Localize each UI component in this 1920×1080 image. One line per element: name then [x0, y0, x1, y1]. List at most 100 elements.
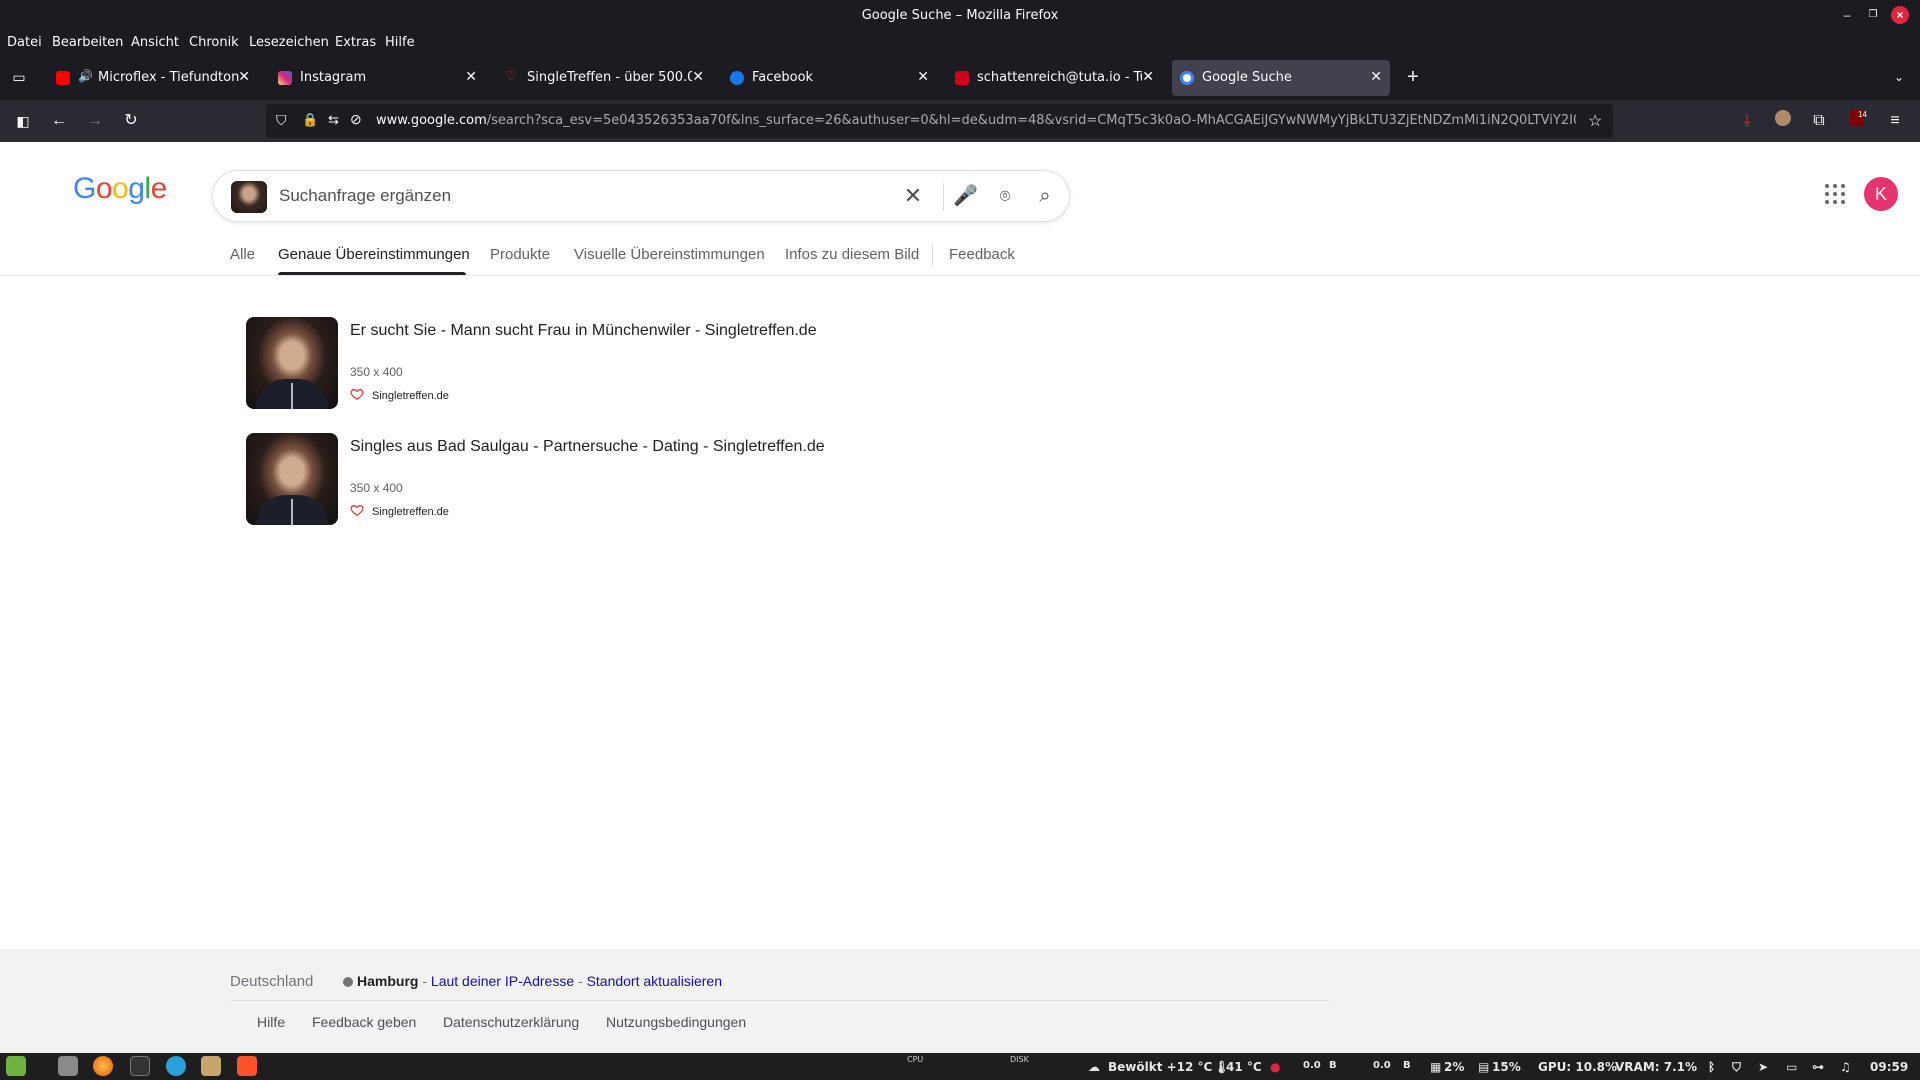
menu-ansicht[interactable]: Ansicht [131, 35, 179, 50]
bluetooth-icon[interactable]: ᛒ [1708, 1060, 1715, 1074]
tab-infos-zu-diesem-bild[interactable]: Infos zu diesem Bild [785, 246, 919, 263]
profile-extension-icon[interactable] [1772, 110, 1794, 132]
cpu-icon: ▦ [1430, 1060, 1442, 1074]
result-title[interactable]: Singles aus Bad Saulgau - Partnersuche -… [350, 438, 825, 456]
account-avatar[interactable]: K [1864, 177, 1898, 211]
google-icon [1180, 71, 1194, 85]
result-item[interactable]: Singles aus Bad Saulgau - Partnersuche -… [246, 433, 1146, 525]
new-tab-icon[interactable]: + [1402, 66, 1424, 88]
search-input[interactable]: Suchanfrage ergänzen [279, 186, 451, 206]
footer-link-hilfe[interactable]: Hilfe [257, 1014, 285, 1030]
google-logo[interactable]: Google [73, 172, 167, 206]
heart-icon [350, 389, 364, 400]
instagram-icon [278, 71, 292, 85]
footer-location: Hamburg - Laut deiner IP-Adresse - Stand… [343, 973, 722, 989]
close-tab-icon[interactable]: ✕ [238, 69, 250, 85]
tab-google-active[interactable]: Google Suche ✕ [1172, 60, 1390, 96]
music-icon[interactable]: ♫ [1840, 1060, 1851, 1074]
search-icon[interactable]: ⌕ [1033, 184, 1057, 208]
speaker-icon[interactable]: 🔊 [78, 69, 93, 83]
tab-list-chevron-icon[interactable]: ⌄ [1888, 66, 1910, 88]
tab-genaue-uebereinstimmungen[interactable]: Genaue Übereinstimmungen [278, 246, 470, 263]
active-tab-underline [278, 272, 466, 275]
display-icon[interactable]: ▭ [1786, 1060, 1797, 1074]
telegram-tray-icon[interactable]: ➤ [1758, 1060, 1768, 1074]
menu-bearbeiten[interactable]: Bearbeiten [52, 35, 123, 50]
reload-icon[interactable]: ↻ [120, 110, 142, 132]
google-apps-icon[interactable] [1823, 182, 1847, 206]
search-box[interactable]: Suchanfrage ergänzen ✕ 🎤 ⌾ ⌕ [212, 170, 1070, 222]
footer-link-feedback[interactable]: Feedback geben [312, 1014, 416, 1030]
close-tab-icon[interactable]: ✕ [692, 69, 704, 85]
clear-search-icon[interactable]: ✕ [901, 184, 925, 208]
result-site[interactable]: Singletreffen.de [372, 506, 449, 518]
result-item[interactable]: Er sucht Sie - Mann sucht Frau in Münche… [246, 317, 1146, 409]
system-taskbar: CPU DISK ☁ Bewölkt +12 °C 🌡 41 °C ● 0.0 … [0, 1053, 1920, 1080]
menu-datei[interactable]: Datei [7, 35, 42, 50]
lock-icon[interactable]: 🔒 [302, 112, 318, 128]
tab-produkte[interactable]: Produkte [490, 246, 550, 263]
clock[interactable]: 09:59 [1870, 1060, 1908, 1074]
shield-icon[interactable]: ⛉ [1732, 1060, 1741, 1075]
weather-text[interactable]: Bewölkt +12 °C [1108, 1060, 1212, 1074]
bookmark-star-icon[interactable]: ☆ [1588, 111, 1602, 131]
camera-blocked-icon[interactable]: ⊘ [350, 111, 362, 128]
tab-feedback[interactable]: Feedback [949, 246, 1015, 263]
firefox-icon[interactable] [93, 1056, 113, 1076]
extensions-icon[interactable]: ⧉ [1808, 110, 1830, 132]
tracking-shield-icon[interactable]: ⛉ [276, 112, 287, 129]
tab-alle[interactable]: Alle [230, 246, 255, 263]
brave-icon[interactable] [237, 1056, 257, 1076]
footer-link-datenschutz[interactable]: Datenschutzerklärung [443, 1014, 579, 1030]
tab-tuta[interactable]: schattenreich@tuta.io - Tuta ✕ [947, 60, 1162, 96]
maximize-button[interactable]: ❐ [1864, 6, 1882, 24]
footer-link-nutzungsbedingungen[interactable]: Nutzungsbedingungen [606, 1014, 746, 1030]
close-tab-icon[interactable]: ✕ [465, 69, 477, 85]
close-tab-icon[interactable]: ✕ [917, 69, 929, 85]
menu-hilfe[interactable]: Hilfe [385, 35, 415, 50]
network-icon[interactable]: ⊶ [1812, 1060, 1824, 1074]
ip-address-link[interactable]: Laut deiner IP-Adresse [431, 973, 574, 989]
back-icon[interactable]: ← [48, 110, 70, 132]
permissions-icon[interactable]: ⇆ [328, 112, 339, 128]
close-window-button[interactable]: × [1891, 6, 1909, 24]
tab-singletreffen[interactable]: ♡ SingleTreffen - über 500.000 ✕ [497, 60, 712, 96]
update-location-link[interactable]: Standort aktualisieren [587, 973, 722, 989]
temperature-alert-icon: ● [1270, 1060, 1281, 1074]
minimize-button[interactable]: – [1838, 6, 1856, 24]
sidebar-toggle-icon[interactable]: ◧ [12, 110, 34, 132]
url-text[interactable]: www.google.com/search?sca_esv=5e04352635… [376, 113, 1576, 128]
tab-facebook[interactable]: Facebook ✕ [722, 60, 937, 96]
result-title[interactable]: Er sucht Sie - Mann sucht Frau in Münche… [350, 322, 817, 340]
tab-youtube[interactable]: 🔊 Microflex - Tiefundton S ✕ [48, 60, 258, 96]
menu-extras[interactable]: Extras [335, 35, 376, 50]
tab-overview-icon[interactable]: ▭ [8, 66, 30, 88]
result-site[interactable]: Singletreffen.de [372, 390, 449, 402]
menu-chronik[interactable]: Chronik [189, 35, 239, 50]
forward-icon[interactable]: → [84, 110, 106, 132]
mint-menu-icon[interactable] [6, 1056, 26, 1076]
download-icon[interactable]: ⤓ [1736, 110, 1758, 132]
google-lens-icon[interactable]: ⌾ [993, 184, 1017, 208]
url-bar[interactable]: ⛉ 🔒 ⇆ ⊘ www.google.com/search?sca_esv=5e… [266, 104, 1613, 138]
menu-lesezeichen[interactable]: Lesezeichen [249, 35, 329, 50]
tab-instagram[interactable]: Instagram ✕ [270, 60, 485, 96]
result-thumbnail[interactable] [246, 433, 338, 525]
telegram-icon[interactable] [166, 1056, 186, 1076]
url-path: /search?sca_esv=5e043526353aa70f&lns_sur… [486, 113, 1576, 128]
ublock-icon[interactable]: 14 [1846, 110, 1868, 132]
result-thumbnail[interactable] [246, 317, 338, 409]
memory-icon: ▤ [1478, 1060, 1490, 1074]
close-tab-icon[interactable]: ✕ [1370, 69, 1382, 85]
microphone-icon[interactable]: 🎤 [953, 184, 978, 208]
tab-bar: ▭ 🔊 Microflex - Tiefundton S ✕ Instagram… [0, 56, 1920, 100]
tuta-icon [955, 71, 969, 85]
archive-manager-icon[interactable] [201, 1056, 221, 1076]
tab-visuelle-uebereinstimmungen[interactable]: Visuelle Übereinstimmungen [574, 246, 765, 263]
hamburger-menu-icon[interactable]: ≡ [1884, 110, 1906, 132]
close-tab-icon[interactable]: ✕ [1142, 69, 1154, 85]
search-image-thumbnail[interactable] [231, 181, 267, 213]
file-manager-icon[interactable] [58, 1056, 78, 1076]
terminal-icon[interactable] [130, 1056, 150, 1076]
tab-label: Instagram [300, 70, 367, 85]
